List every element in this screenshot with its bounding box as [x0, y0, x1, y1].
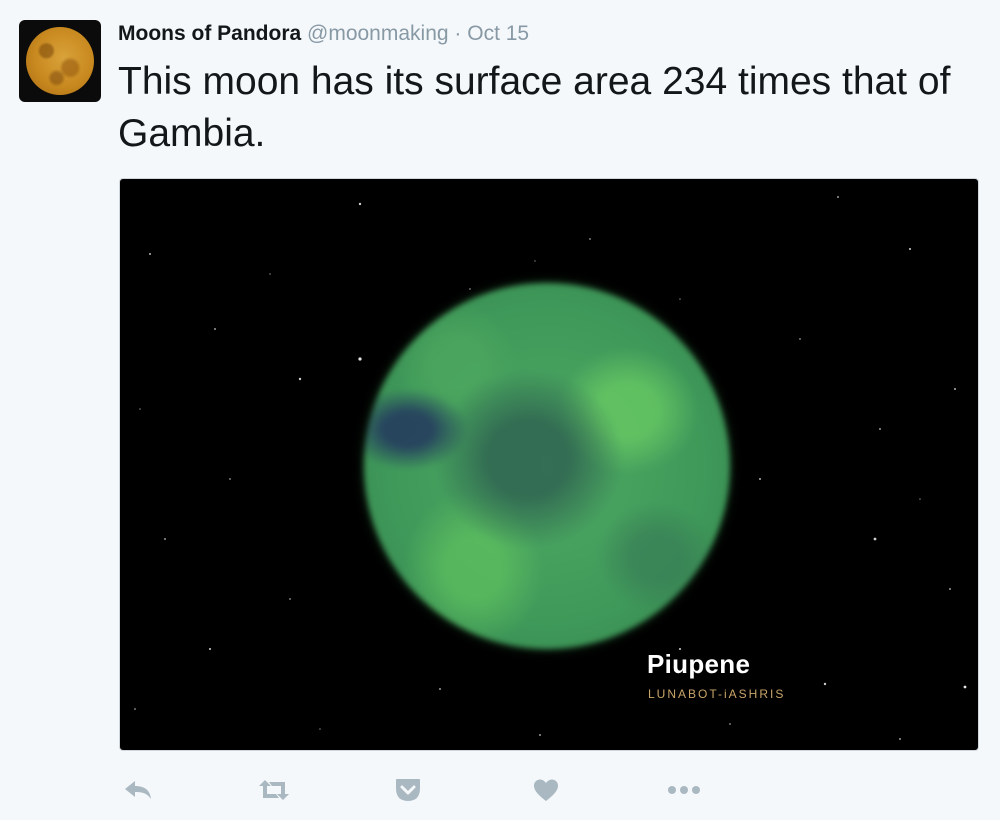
- more-icon: [668, 786, 700, 794]
- reply-icon: [125, 781, 151, 799]
- header-separator: ·: [454, 22, 462, 45]
- moon-credit-caption: LUNABOT-iASHRIS: [648, 687, 786, 701]
- pocket-icon: [396, 779, 420, 801]
- like-icon: [534, 779, 558, 801]
- moon-name-caption: Piupene: [647, 649, 751, 679]
- tweet-text: This moon has its surface area 234 times…: [118, 60, 951, 155]
- tweet-media[interactable]: Piupene LUNABOT-iASHRIS: [119, 178, 979, 751]
- more-button[interactable]: [664, 770, 704, 810]
- avatar-moon-image: [26, 27, 94, 95]
- user-handle[interactable]: @moonmaking: [307, 22, 449, 45]
- tweet-actions: [118, 770, 718, 810]
- retweet-button[interactable]: [254, 770, 294, 810]
- tweet-card: Moons of Pandora @moonmaking · Oct 15 Th…: [0, 0, 1000, 820]
- reply-button[interactable]: [118, 770, 158, 810]
- avatar[interactable]: [19, 20, 101, 102]
- pocket-button[interactable]: [388, 770, 428, 810]
- tweet-header: Moons of Pandora @moonmaking · Oct 15: [118, 20, 529, 48]
- like-button[interactable]: [526, 770, 566, 810]
- tweet-date[interactable]: Oct 15: [467, 22, 529, 45]
- retweet-icon: [259, 780, 289, 800]
- moon-planet-image: [364, 283, 730, 649]
- display-name[interactable]: Moons of Pandora: [118, 22, 301, 45]
